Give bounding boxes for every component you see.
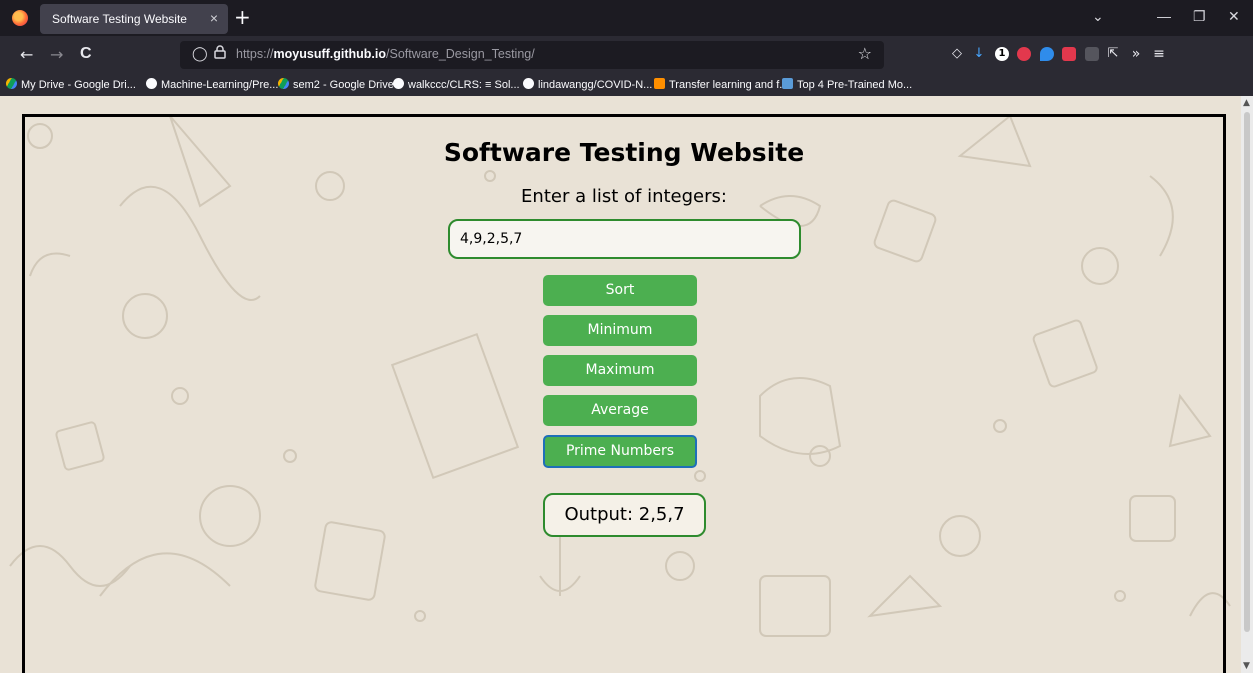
bookmark-label: Top 4 Pre-Trained Mo...: [797, 79, 913, 91]
firefox-logo-icon: [12, 10, 28, 26]
extension-youtube-icon[interactable]: [1062, 47, 1076, 61]
list-all-tabs-icon[interactable]: ⌄: [1092, 8, 1104, 25]
integers-input[interactable]: [448, 219, 801, 259]
lock-icon[interactable]: [214, 45, 226, 63]
extension-grey-icon[interactable]: [1085, 47, 1099, 61]
hamburger-menu-icon[interactable]: ≡: [1152, 47, 1166, 61]
bookmark-label: walkccc/CLRS: ≡ Sol...: [408, 79, 520, 91]
overflow-menu-icon[interactable]: »: [1129, 47, 1143, 61]
close-tab-icon[interactable]: ×: [210, 10, 218, 26]
maximum-button[interactable]: Maximum: [543, 355, 697, 386]
url-text[interactable]: https://moyusuff.github.io/Software_Desi…: [236, 47, 535, 61]
input-prompt: Enter a list of integers:: [521, 186, 727, 207]
restore-button[interactable]: ❐: [1193, 8, 1206, 25]
bookmark-item[interactable]: walkccc/CLRS: ≡ Sol...: [393, 78, 520, 91]
page-title: Software Testing Website: [443, 138, 805, 167]
navigation-toolbar: ← → C ◯ https://moyusuff.github.io/Softw…: [0, 36, 1253, 74]
bookmark-item[interactable]: My Drive - Google Dri...: [6, 78, 136, 91]
google-drive-icon: [6, 78, 17, 89]
url-bar[interactable]: ◯ https://moyusuff.github.io/Software_De…: [180, 41, 884, 69]
tab-title: Software Testing Website: [52, 12, 187, 26]
bookmark-label: lindawangg/COVID-N...: [538, 79, 653, 91]
bookmark-label: My Drive - Google Dri...: [21, 79, 136, 91]
github-icon: [393, 78, 404, 89]
bookmark-item[interactable]: lindawangg/COVID-N...: [523, 78, 652, 91]
reload-button[interactable]: C: [80, 45, 92, 63]
bookmark-item[interactable]: Transfer learning and f...: [654, 78, 788, 91]
prime-numbers-button[interactable]: Prime Numbers: [543, 435, 697, 468]
extension-1password-icon[interactable]: 1: [995, 47, 1009, 61]
main-content: Software Testing Website Enter a list of…: [0, 96, 1241, 673]
google-drive-icon: [278, 78, 289, 89]
close-window-button[interactable]: ✕: [1228, 8, 1240, 25]
forward-button[interactable]: →: [50, 45, 63, 64]
bookmark-item[interactable]: Top 4 Pre-Trained Mo...: [782, 78, 912, 91]
minimum-button[interactable]: Minimum: [543, 315, 697, 346]
vertical-scrollbar[interactable]: ▲ ▼: [1241, 96, 1253, 673]
sort-button[interactable]: Sort: [543, 275, 697, 306]
bookmark-item[interactable]: sem2 - Google Drive: [278, 78, 394, 91]
scroll-up-icon[interactable]: ▲: [1243, 98, 1250, 108]
scroll-down-icon[interactable]: ▼: [1243, 661, 1250, 671]
bookmark-icon: [782, 78, 793, 89]
average-button[interactable]: Average: [543, 395, 697, 426]
page-viewport: Software Testing Website Enter a list of…: [0, 96, 1241, 673]
tracking-shield-icon[interactable]: ◯: [192, 46, 208, 62]
browser-tab-bar: Software Testing Website × + ⌄ — ❐ ✕: [0, 0, 1253, 36]
bookmark-label: Transfer learning and f...: [669, 79, 789, 91]
extension-ublock-icon[interactable]: [1017, 47, 1031, 61]
pocket-icon[interactable]: ◇: [950, 47, 964, 61]
bookmarks-toolbar: My Drive - Google Dri... Machine-Learnin…: [0, 74, 1253, 96]
bookmark-label: Machine-Learning/Pre...: [161, 79, 279, 91]
bookmark-item[interactable]: Machine-Learning/Pre...: [146, 78, 278, 91]
github-icon: [146, 78, 157, 89]
browser-tab[interactable]: Software Testing Website ×: [40, 4, 228, 34]
new-tab-button[interactable]: +: [234, 6, 251, 28]
bookmark-star-icon[interactable]: ☆: [858, 44, 872, 63]
tensorflow-icon: [654, 78, 665, 89]
url-path: /Software_Design_Testing/: [386, 47, 535, 61]
url-host: moyusuff.github.io: [273, 47, 387, 61]
github-icon: [523, 78, 534, 89]
bookmark-label: sem2 - Google Drive: [293, 79, 394, 91]
extension-gem-icon[interactable]: [1040, 47, 1054, 61]
extensions-puzzle-icon[interactable]: ⇱: [1106, 47, 1120, 61]
scrollbar-thumb[interactable]: [1244, 112, 1250, 632]
output-box: Output: 2,5,7: [543, 493, 706, 537]
back-button[interactable]: ←: [20, 45, 33, 64]
downloads-icon[interactable]: ↓: [972, 47, 986, 61]
minimize-button[interactable]: —: [1157, 8, 1171, 24]
url-prefix: https://: [236, 47, 274, 61]
